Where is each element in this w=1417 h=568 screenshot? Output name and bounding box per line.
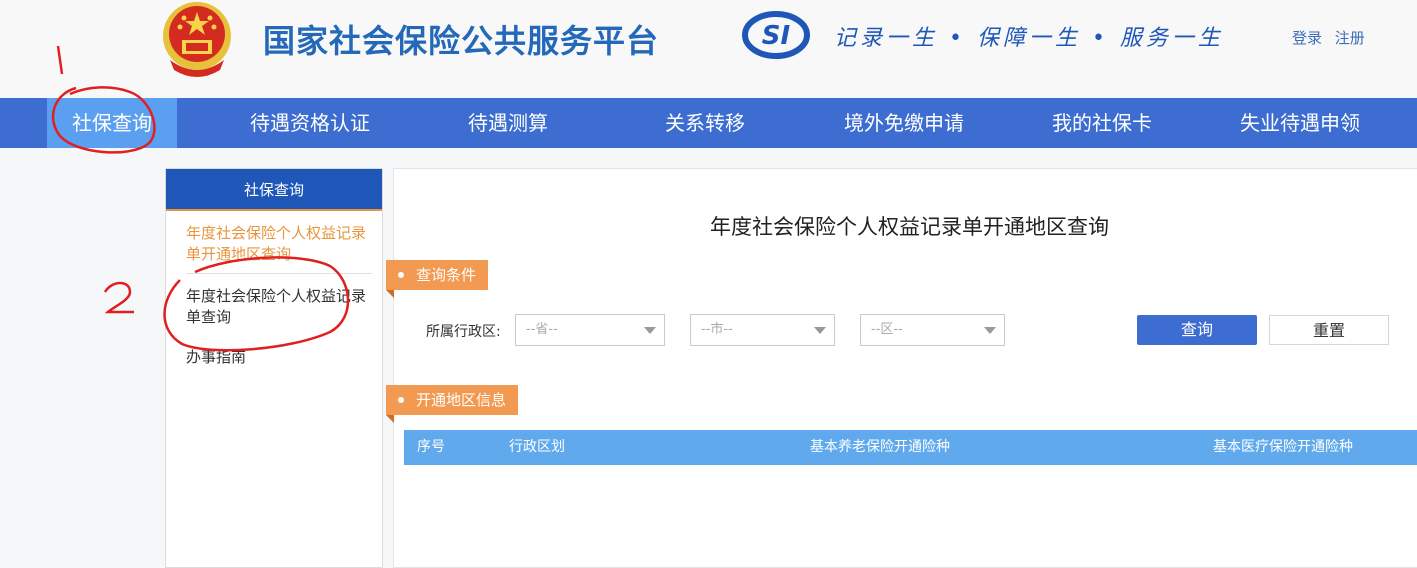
table-header-index: 序号 — [417, 439, 445, 455]
nav-item-relationship-transfer[interactable]: 关系转移 — [645, 98, 765, 148]
annotation-mark-2: 2 — [108, 311, 109, 313]
site-header: 国家社会保险公共服务平台 SI 记录一生 • 保障一生 • 服务一生 登录 注册 — [0, 0, 1417, 98]
si-logo-text: SI — [762, 21, 791, 51]
sidebar-item-guide[interactable]: 办事指南 — [186, 347, 372, 368]
register-link[interactable]: 注册 — [1335, 29, 1365, 47]
site-title: 国家社会保险公共服务平台 — [263, 22, 660, 60]
annotation-mark-2-stroke — [103, 281, 134, 314]
chevron-down-icon — [984, 327, 996, 334]
region-label: 所属行政区: — [426, 324, 501, 340]
table-header-pension: 基本养老保险开通险种 — [810, 439, 950, 455]
table-header-medical: 基本医疗保险开通险种 — [1213, 439, 1353, 455]
nav-item-overseas-exemption[interactable]: 境外免缴申请 — [829, 98, 979, 148]
slogan: 记录一生 • 保障一生 • 服务一生 — [834, 26, 1224, 51]
auth-links: 登录 注册 — [1292, 27, 1373, 48]
national-emblem-icon — [163, 2, 231, 77]
sidebar-divider — [186, 273, 372, 274]
nav-item-social-security-query[interactable]: 社保查询 — [47, 98, 177, 148]
nav-item-benefit-calculation[interactable]: 待遇测算 — [448, 98, 568, 148]
nav-item-my-social-card[interactable]: 我的社保卡 — [1037, 98, 1167, 148]
chevron-down-icon — [814, 327, 826, 334]
province-select-value: --省-- — [526, 322, 558, 337]
city-select-value: --市-- — [701, 322, 733, 337]
main-panel: 年度社会保险个人权益记录单开通地区查询 查询条件 所属行政区: --省-- --… — [386, 168, 1417, 568]
table-header-region: 行政区划 — [509, 439, 565, 455]
open-regions-tag: 开通地区信息 — [386, 385, 519, 423]
page-title: 年度社会保险个人权益记录单开通地区查询 — [710, 215, 1109, 239]
chevron-down-icon — [644, 327, 656, 334]
query-conditions-tag: 查询条件 — [386, 260, 489, 298]
sidebar-item-region-query[interactable]: 年度社会保险个人权益记录单开通地区查询 — [186, 223, 372, 265]
query-button[interactable]: 查询 — [1137, 315, 1257, 345]
table-header-row: 序号 行政区划 基本养老保险开通险种 基本医疗保险开通险种 — [404, 430, 1417, 465]
sidebar-item-record-query[interactable]: 年度社会保险个人权益记录单查询 — [186, 286, 372, 328]
province-select[interactable]: --省-- — [515, 314, 665, 346]
nav-item-unemployment-benefit[interactable]: 失业待遇申领 — [1225, 98, 1375, 148]
city-select[interactable]: --市-- — [690, 314, 835, 346]
social-insurance-logo-icon: SI — [742, 11, 810, 59]
sidebar: 社保查询 年度社会保险个人权益记录单开通地区查询 年度社会保险个人权益记录单查询… — [165, 168, 383, 568]
reset-button[interactable]: 重置 — [1269, 315, 1389, 345]
main-nav: 社保查询 待遇资格认证 待遇测算 关系转移 境外免缴申请 我的社保卡 失业待遇申… — [0, 98, 1417, 148]
nav-item-benefit-qualification[interactable]: 待遇资格认证 — [235, 98, 385, 148]
login-link[interactable]: 登录 — [1292, 29, 1322, 47]
district-select[interactable]: --区-- — [860, 314, 1005, 346]
sidebar-title: 社保查询 — [166, 169, 382, 211]
district-select-value: --区-- — [871, 322, 903, 337]
